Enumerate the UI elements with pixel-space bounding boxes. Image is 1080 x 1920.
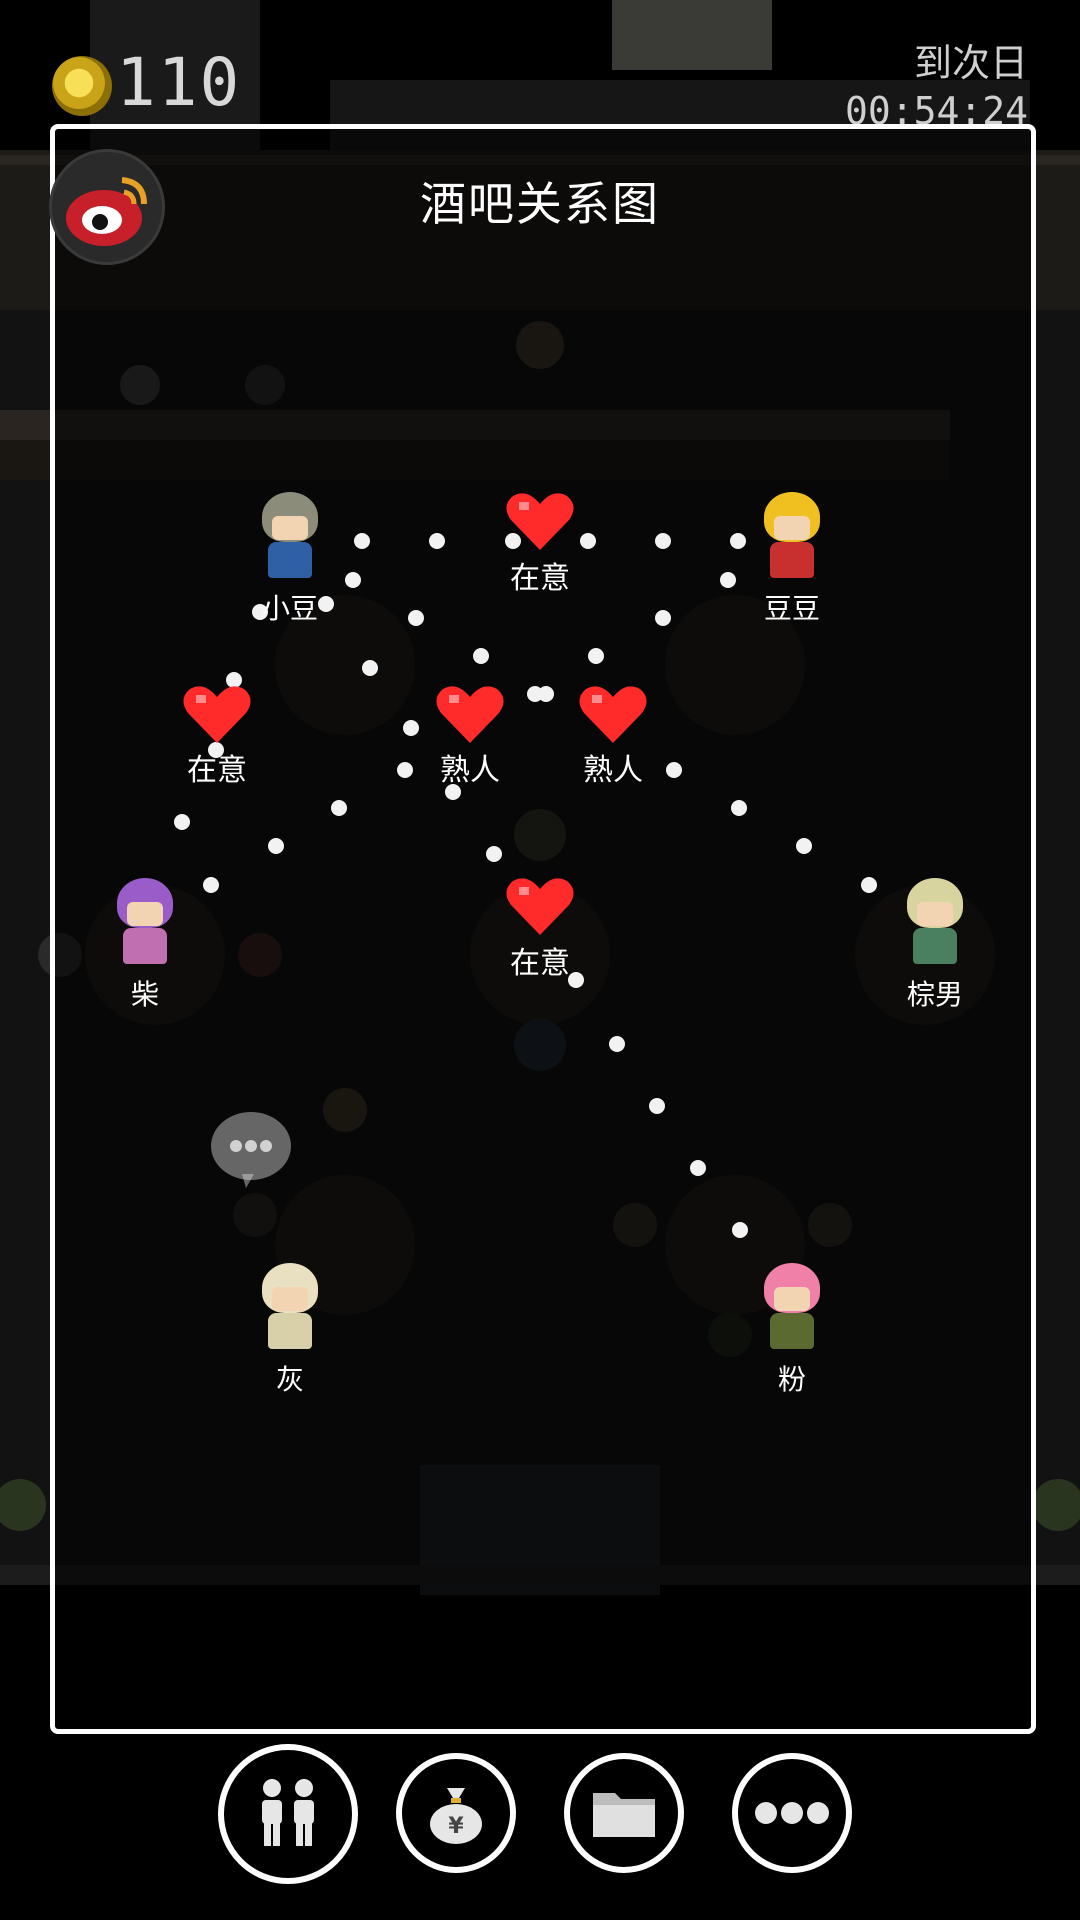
character-body xyxy=(268,542,312,578)
folder-button[interactable] xyxy=(564,1753,684,1873)
character-body xyxy=(268,1313,312,1349)
character-name: 灰 xyxy=(275,1363,304,1396)
character-hui[interactable] xyxy=(250,1263,330,1353)
relation-dot xyxy=(331,800,347,816)
folder-icon xyxy=(593,1793,655,1837)
relation-label: 在意 xyxy=(510,561,570,596)
heart-icon[interactable] xyxy=(505,490,575,554)
relation-dot xyxy=(429,533,445,549)
relationship-button[interactable] xyxy=(218,1744,358,1884)
relation-dot xyxy=(174,814,190,830)
panel-title: 酒吧关系图 xyxy=(420,177,660,231)
money-bag-button[interactable]: ¥ xyxy=(396,1753,516,1873)
relation-dot xyxy=(731,800,747,816)
heart-icon[interactable] xyxy=(182,683,252,747)
character-xiaodou[interactable] xyxy=(250,492,330,582)
heart-icon[interactable] xyxy=(435,683,505,747)
relation-dot xyxy=(730,533,746,549)
relation-label: 在意 xyxy=(187,753,247,788)
relation-label: 在意 xyxy=(510,946,570,981)
relation-dot xyxy=(649,1098,665,1114)
character-face xyxy=(774,1287,810,1311)
relation-label: 熟人 xyxy=(583,753,643,788)
relation-dot xyxy=(609,1036,625,1052)
relation-dot xyxy=(655,610,671,626)
relation-dot xyxy=(268,838,284,854)
character-body xyxy=(770,542,814,578)
next-day-label: 到次日 xyxy=(913,41,1028,85)
character-name: 粉 xyxy=(777,1363,806,1396)
character-face xyxy=(272,1287,308,1311)
character-name: 小豆 xyxy=(261,592,318,625)
character-body xyxy=(770,1313,814,1349)
more-dots-icon xyxy=(755,1802,829,1824)
character-face xyxy=(272,516,308,540)
relation-dot xyxy=(796,838,812,854)
character-doudou[interactable] xyxy=(752,492,832,582)
character-name: 豆豆 xyxy=(763,592,820,625)
character-body xyxy=(123,928,167,964)
relation-dot xyxy=(408,610,424,626)
heart-icon[interactable] xyxy=(578,683,648,747)
coin-count: 110 xyxy=(116,44,242,121)
heart-icon[interactable] xyxy=(505,875,575,939)
character-brown-man[interactable] xyxy=(895,878,975,968)
relation-dot xyxy=(655,533,671,549)
svg-text:¥: ¥ xyxy=(448,1814,464,1839)
character-face xyxy=(127,902,163,926)
more-button[interactable] xyxy=(732,1753,852,1873)
character-fen[interactable] xyxy=(752,1263,832,1353)
people-icon xyxy=(262,1779,314,1846)
character-body xyxy=(913,928,957,964)
relation-dot xyxy=(354,533,370,549)
character-name: 柴 xyxy=(130,978,159,1011)
relation-dot xyxy=(690,1160,706,1176)
relation-dot xyxy=(732,1222,748,1238)
relation-dot xyxy=(580,533,596,549)
relation-label: 熟人 xyxy=(440,753,500,788)
relation-dot xyxy=(861,877,877,893)
character-name: 棕男 xyxy=(906,978,963,1011)
relation-dot xyxy=(473,648,489,664)
relation-dot xyxy=(403,720,419,736)
relation-dot xyxy=(486,846,502,862)
relation-dot xyxy=(538,686,554,702)
money-bag-icon: ¥ xyxy=(430,1788,482,1844)
speech-bubble-icon xyxy=(211,1112,291,1188)
coin-icon xyxy=(52,56,112,116)
relation-dot xyxy=(203,877,219,893)
character-face xyxy=(774,516,810,540)
relation-dot xyxy=(720,572,736,588)
character-chai[interactable] xyxy=(105,878,185,968)
character-face xyxy=(917,902,953,926)
relation-dot xyxy=(362,660,378,676)
relation-dot xyxy=(588,648,604,664)
relation-dot xyxy=(345,572,361,588)
